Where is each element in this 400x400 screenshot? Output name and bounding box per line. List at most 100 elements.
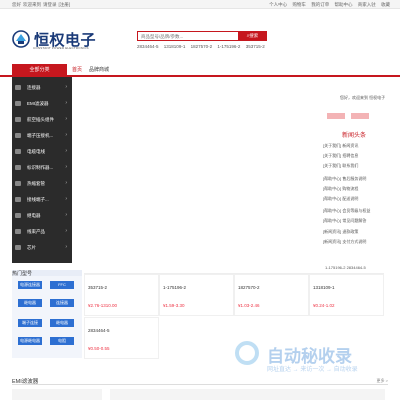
category-label: 电缆电线: [27, 149, 45, 154]
category-label: 连接器: [27, 85, 41, 90]
category-item[interactable]: 电缆电线 ›: [12, 144, 72, 160]
greeting-text: 您好: [12, 2, 21, 7]
section-product-row: [110, 389, 385, 400]
category-menu: 连接器 › EMI滤波器 › 航空插头组件 › 端子压接机... › 电缆电线 › 标识制…: [12, 77, 72, 263]
hot-keyword[interactable]: 1318109-1: [164, 44, 186, 49]
news-item[interactable]: [帮助中心] 配送说明: [323, 196, 358, 202]
category-item[interactable]: 热缩套管 ›: [12, 176, 72, 192]
news-item[interactable]: [帮助中心] 购物流程: [323, 186, 358, 192]
logo-subtitle: CONSTANT POWER ELECTRONICS: [33, 46, 89, 50]
all-categories-button[interactable]: 全部分类: [12, 64, 67, 77]
site-logo[interactable]: 恒权电子 CONSTANT POWER ELECTRONICS: [12, 29, 96, 51]
product-part-number: 1-175196-2: [163, 285, 187, 290]
top-link-account[interactable]: 个人中心: [269, 2, 287, 7]
news-item[interactable]: [帮助中心] 售后服务说明: [323, 176, 366, 182]
category-label: 端子压接机...: [27, 133, 54, 138]
hot-keyword[interactable]: 2834464-5: [137, 44, 159, 49]
news-item[interactable]: [新闻资讯] 支付方式说明: [323, 239, 366, 245]
greeting-welcome: 欢迎来到: [23, 2, 41, 7]
product-part-number: 1827570-2: [238, 285, 260, 290]
category-item[interactable]: 连接器 ›: [12, 80, 72, 96]
greeting: 您好 欢迎来到 请登录 [注册]: [12, 2, 72, 8]
category-item[interactable]: 线束产品 ›: [12, 224, 72, 240]
login-link[interactable]: 请登录: [43, 2, 57, 7]
search-button[interactable]: ⌕搜索: [238, 31, 267, 41]
pagination[interactable]: 1-175196-2 2834464-5: [325, 265, 366, 270]
product-price: ¥0.50-0.55: [88, 346, 110, 351]
top-link-help[interactable]: 帮助中心: [334, 2, 352, 7]
news-item[interactable]: [关于我们] 联系我们: [323, 163, 358, 169]
product-price: ¥2.76-1310.00: [88, 303, 118, 308]
category-label: 继电器: [27, 213, 41, 218]
news-item[interactable]: [关于我们] 新闻资讯: [323, 143, 358, 149]
product-part-number: 353715-2: [88, 285, 108, 290]
register-link[interactable]: [注册]: [59, 2, 71, 7]
top-link-favorites[interactable]: 收藏: [381, 2, 390, 7]
product-part-number: 1318109-1: [313, 285, 335, 290]
news-item[interactable]: [关于我们] 招聘信息: [323, 153, 358, 159]
category-label: 热缩套管: [27, 181, 45, 186]
category-item[interactable]: 端子压接机... ›: [12, 128, 72, 144]
hot-tag[interactable]: 继电器: [50, 319, 74, 327]
news-item[interactable]: [帮助中心] 会员等级与权益: [323, 208, 370, 214]
search-input[interactable]: [137, 31, 239, 41]
chip-icon: [15, 245, 21, 250]
news-title: 新闻头条: [342, 133, 367, 139]
hot-tag[interactable]: 端子连接: [18, 319, 42, 327]
search-bar: ⌕搜索: [137, 31, 267, 41]
crimp-tool-icon: [15, 133, 21, 138]
product-card[interactable]: 1-175196-2 ¥1.59-3.30: [159, 274, 234, 316]
chevron-right-icon: ›: [65, 180, 67, 186]
hot-tag[interactable]: 电源继电器: [18, 337, 42, 345]
chevron-right-icon: ›: [65, 116, 67, 122]
banner-dot[interactable]: [327, 113, 345, 119]
product-price: ¥1.59-3.30: [163, 303, 185, 308]
news-item[interactable]: [帮助中心] 常见问题解答: [323, 218, 366, 224]
watermark-subtext: 网址直达 → 来访一次 → 自动收录: [267, 367, 358, 373]
product-card[interactable]: 2834464-5 ¥0.50-0.55: [84, 317, 159, 359]
nav-home[interactable]: 首页: [72, 66, 82, 73]
hot-keywords: 2834464-5 1318109-1 1827570-2 1-175196-2…: [137, 44, 269, 49]
banner-dot[interactable]: [351, 113, 369, 119]
search-button-label: 搜索: [249, 33, 259, 38]
hot-tag[interactable]: 电阻: [50, 337, 74, 345]
category-item[interactable]: 接线端子... ›: [12, 192, 72, 208]
hot-keyword[interactable]: 353715-2: [246, 44, 265, 49]
category-label: 芯片: [27, 245, 36, 250]
top-link-cart[interactable]: 购物车: [292, 2, 306, 7]
chevron-right-icon: ›: [65, 228, 67, 234]
product-card[interactable]: 1827570-2 ¥1.03-2.46: [234, 274, 309, 316]
chevron-right-icon: ›: [65, 100, 67, 106]
top-link-orders[interactable]: 我的订单: [311, 2, 329, 7]
category-item[interactable]: 芯片 ›: [12, 240, 72, 256]
section-more-link[interactable]: 更多 >: [377, 378, 388, 384]
news-item[interactable]: [新闻资讯] 退款政策: [323, 229, 358, 235]
chevron-right-icon: ›: [65, 196, 67, 202]
top-bar: 您好 欢迎来到 请登录 [注册] 个人中心 购物车 我的订单 帮助中心 商家入驻 收藏: [0, 0, 400, 9]
nav-brands[interactable]: 品牌商城: [89, 66, 109, 73]
breadcrumb: 您好，欢迎来到 恒权电子: [340, 95, 386, 100]
chevron-right-icon: ›: [65, 132, 67, 138]
hot-tag[interactable]: 连接器: [50, 299, 74, 307]
hot-keyword[interactable]: 1-175196-2: [217, 44, 240, 49]
relay-icon: [15, 213, 21, 218]
cable-icon: [15, 149, 21, 154]
hot-tag[interactable]: 电源连接器: [18, 281, 42, 289]
product-card[interactable]: 353715-2 ¥2.76-1310.00: [84, 274, 159, 316]
category-item[interactable]: 标识制作器... ›: [12, 160, 72, 176]
hot-tag[interactable]: 继电器: [18, 299, 42, 307]
product-price: ¥0.24-1.02: [313, 303, 335, 308]
chevron-right-icon: ›: [65, 148, 67, 154]
top-link-merchant[interactable]: 商家入驻: [358, 2, 376, 7]
category-item[interactable]: 航空插头组件 ›: [12, 112, 72, 128]
hot-keyword[interactable]: 1827570-2: [191, 44, 213, 49]
category-item[interactable]: EMI滤波器 ›: [12, 96, 72, 112]
category-label: 航空插头组件: [27, 117, 54, 122]
product-card[interactable]: 1318109-1 ¥0.24-1.02: [309, 274, 384, 316]
hot-tags-panel: 热门型号 电源连接器 FFC 继电器 连接器 端子连接 继电器 电源继电器 电阻: [12, 270, 82, 358]
section-banner-image[interactable]: [12, 389, 102, 400]
section-title: EMI滤波器: [12, 379, 39, 385]
terminal-icon: [15, 197, 21, 202]
hot-tag[interactable]: FFC: [50, 281, 74, 289]
category-item[interactable]: 继电器 ›: [12, 208, 72, 224]
